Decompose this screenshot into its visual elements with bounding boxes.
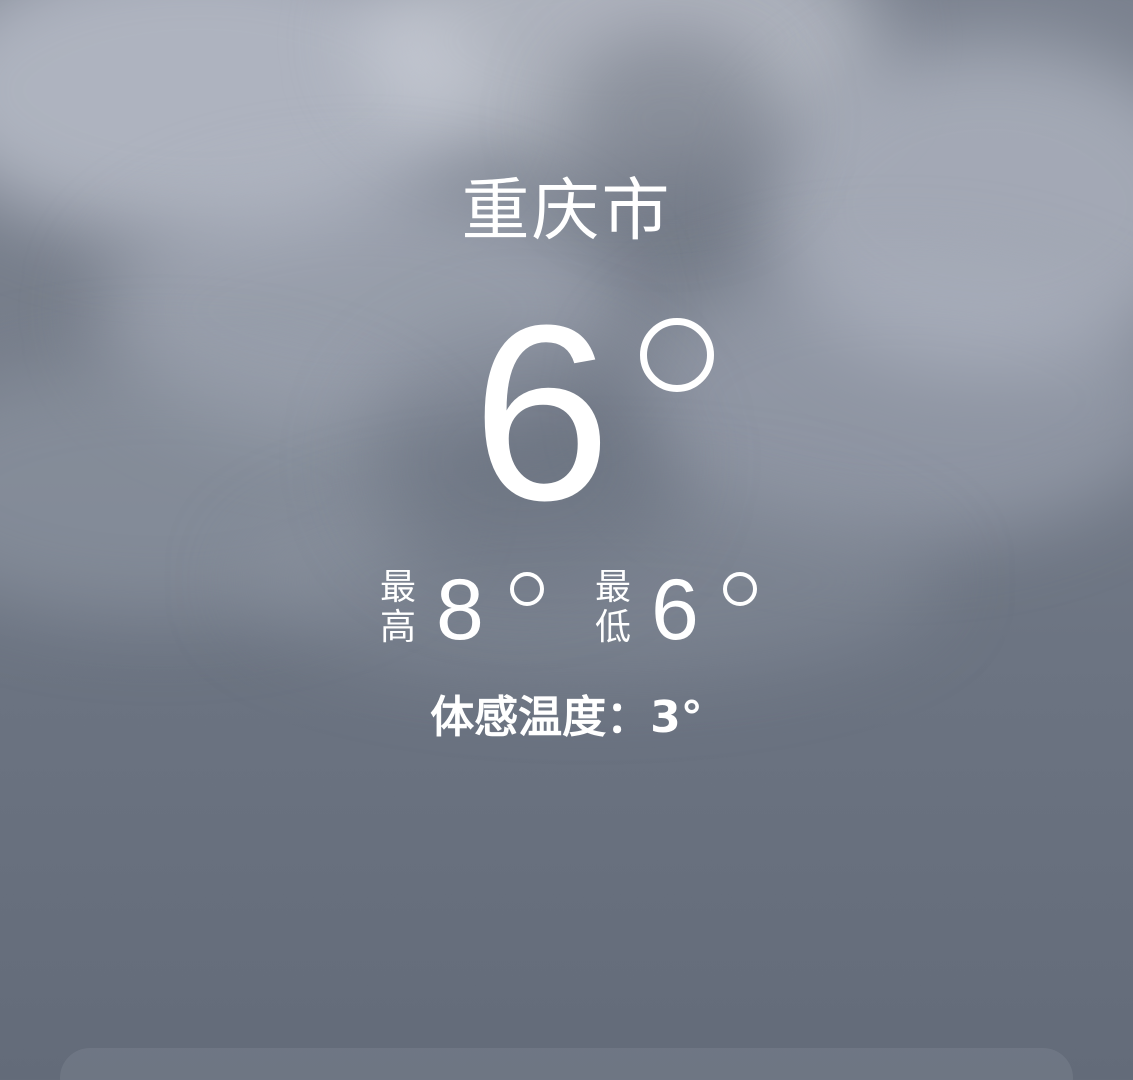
high-label-bottom: 高 <box>379 607 416 648</box>
current-temperature: 6 <box>0 288 1133 538</box>
forecast-panel[interactable] <box>60 1048 1073 1080</box>
feels-like-temperature: 体感温度：3° <box>430 692 703 743</box>
degree-symbol <box>510 572 544 606</box>
high-temperature-value: 8 <box>436 562 484 658</box>
high-label-top: 最 <box>379 567 416 608</box>
low-temperature-value: 6 <box>651 562 699 658</box>
city-name: 重庆市 <box>461 172 672 251</box>
low-label-bottom: 低 <box>594 607 631 648</box>
current-temperature-value: 6 <box>472 273 612 552</box>
high-low-temperatures: 最 高 8 最 低 6 <box>0 556 1133 666</box>
low-label-top: 最 <box>594 567 631 608</box>
degree-symbol <box>723 572 757 606</box>
degree-symbol <box>640 318 714 392</box>
